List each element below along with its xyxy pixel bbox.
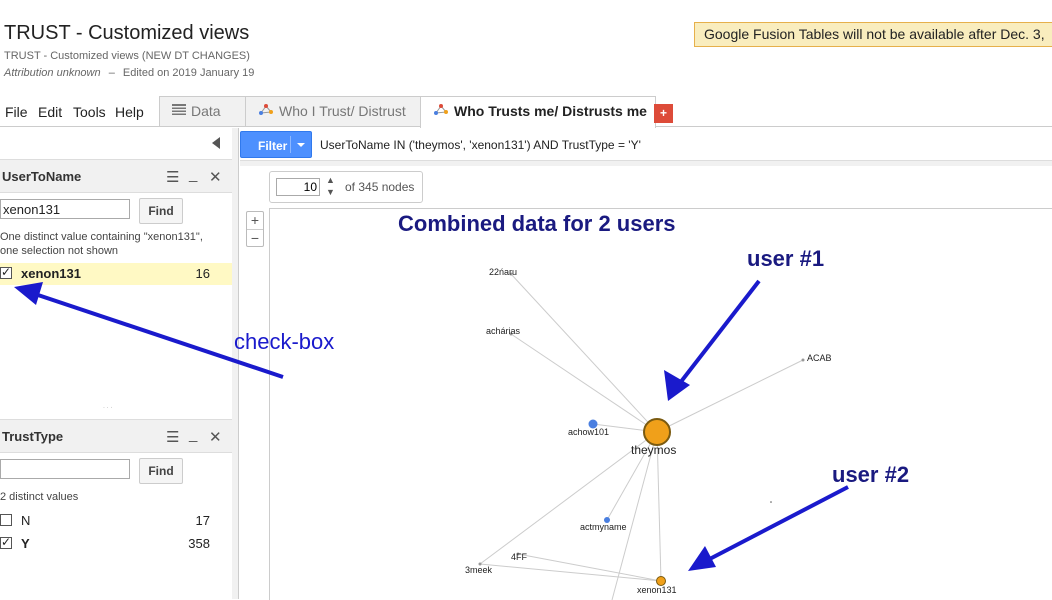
- close-icon[interactable]: ✕: [209, 428, 222, 446]
- minimize-icon[interactable]: _: [189, 426, 197, 443]
- filter-value-count: 16: [195, 266, 210, 281]
- filter-note: 2 distinct values: [0, 491, 79, 503]
- checkbox[interactable]: [0, 514, 12, 526]
- filter-bar: Filter UserToName IN ('theymos', 'xenon1…: [240, 128, 1052, 160]
- node-count-input[interactable]: [276, 178, 320, 196]
- filter-header-usertoname: UserToName ☰ _ ✕: [0, 159, 232, 193]
- checkbox[interactable]: [0, 535, 12, 549]
- page-subtitle: TRUST - Customized views (NEW DT CHANGES…: [4, 50, 250, 62]
- menu-icon[interactable]: ☰: [166, 428, 179, 446]
- filter-search-input[interactable]: [0, 199, 130, 219]
- filter-value-count: 17: [195, 513, 210, 528]
- menu-file[interactable]: File: [5, 104, 28, 120]
- zoom-out-button[interactable]: −: [247, 229, 263, 247]
- panel-splitter[interactable]: [232, 128, 239, 599]
- graph-node-label: actmyname: [580, 522, 627, 532]
- filter-value-row[interactable]: N 17: [0, 510, 232, 532]
- node-total: of 345 nodes: [345, 180, 415, 194]
- filter-search-input[interactable]: [0, 459, 130, 479]
- menu-help[interactable]: Help: [115, 104, 144, 120]
- network-graph-area[interactable]: 22ńaru achárias ACAB achow101 theymos actmyna…: [269, 208, 1052, 600]
- content-divider[interactable]: [240, 160, 1052, 166]
- spinner-down-icon[interactable]: ▼: [326, 187, 335, 197]
- filter-value-label: xenon131: [21, 266, 81, 281]
- tab-data-label: Data: [191, 103, 221, 119]
- graph-node-ACAB[interactable]: [801, 358, 805, 362]
- graph-node-label: 3meek: [465, 565, 493, 575]
- page-title: TRUST - Customized views: [4, 22, 250, 44]
- tab-who-trusts-me-label: Who Trusts me/ Distrusts me: [454, 103, 647, 119]
- tab-data[interactable]: Data: [159, 96, 247, 126]
- graph-node-label: xenon131: [637, 585, 677, 595]
- filter-panel: UserToName ☰ _ ✕ Find One distinct value…: [0, 128, 233, 599]
- zoom-control: + −: [246, 211, 264, 247]
- filter-button[interactable]: Filter: [240, 131, 312, 158]
- menu-edit[interactable]: Edit: [38, 104, 62, 120]
- graph-dot: [770, 501, 772, 503]
- deprecation-banner: Google Fusion Tables will not be availab…: [694, 22, 1052, 47]
- filter-title: UserToName: [2, 169, 82, 184]
- filter-value-row[interactable]: xenon131 16: [0, 263, 232, 285]
- graph-edge: [656, 359, 804, 433]
- checkbox[interactable]: [0, 265, 12, 279]
- find-button[interactable]: Find: [139, 458, 183, 484]
- attribution-separator: –: [108, 67, 115, 79]
- network-graph[interactable]: 22ńaru achárias ACAB achow101 theymos actmyna…: [270, 209, 1052, 600]
- filter-value-count: 358: [188, 536, 210, 551]
- graph-node-label: theymos: [631, 443, 676, 457]
- attribution-text[interactable]: Attribution unknown: [4, 67, 101, 79]
- network-icon: [433, 97, 449, 125]
- filter-value-label: Y: [21, 536, 30, 551]
- graph-node-label: achárias: [486, 326, 521, 336]
- tab-who-trusts-me[interactable]: Who Trusts me/ Distrusts me: [420, 96, 665, 128]
- graph-edge: [611, 431, 658, 600]
- collapse-panel-icon[interactable]: [212, 137, 220, 149]
- graph-node-label: 4FF: [511, 552, 528, 562]
- attribution-row: Attribution unknown – Edited on 2019 Jan…: [4, 67, 254, 79]
- find-button[interactable]: Find: [139, 198, 183, 224]
- graph-edge: [479, 563, 662, 582]
- filter-note: One distinct value containing "xenon131"…: [0, 231, 203, 257]
- graph-node-label: achow101: [568, 427, 609, 437]
- filter-query[interactable]: UserToName IN ('theymos', 'xenon131') AN…: [320, 138, 641, 152]
- close-icon[interactable]: ✕: [209, 168, 222, 186]
- graph-node-theymos[interactable]: [643, 418, 671, 446]
- tab-who-i-trust-label: Who I Trust/ Distrust: [279, 103, 406, 119]
- graph-edge: [510, 333, 658, 433]
- filter-button-label: Filter: [258, 139, 288, 153]
- graph-edge: [517, 553, 662, 582]
- menu-icon[interactable]: ☰: [166, 168, 179, 186]
- filter-header-trusttype: TrustType ☰ _ ✕: [0, 419, 232, 453]
- table-icon: [172, 97, 186, 125]
- graph-node-label: ACAB: [807, 353, 832, 363]
- zoom-in-button[interactable]: +: [247, 212, 263, 229]
- spinner-up-icon[interactable]: ▲: [326, 175, 335, 185]
- edited-date: Edited on 2019 January 19: [122, 67, 255, 79]
- filter-title: TrustType: [2, 429, 64, 444]
- chevron-down-icon[interactable]: [297, 143, 305, 147]
- tab-who-i-trust[interactable]: Who I Trust/ Distrust: [245, 96, 422, 126]
- resize-handle[interactable]: ˙˙˙: [103, 406, 114, 415]
- minimize-icon[interactable]: _: [189, 166, 197, 183]
- filter-value-label: N: [21, 513, 31, 528]
- menu-tools[interactable]: Tools: [73, 104, 106, 120]
- menu-bar: File Edit Tools Help Data Who I Trust/ D…: [0, 96, 1052, 128]
- network-icon: [258, 97, 274, 125]
- graph-node-label: 22ńaru: [489, 267, 517, 277]
- add-tab-button[interactable]: +: [654, 104, 673, 123]
- node-pager: ▲ ▼ of 345 nodes: [269, 171, 423, 203]
- graph-edge: [510, 273, 658, 433]
- filter-value-row[interactable]: Y 358: [0, 533, 232, 555]
